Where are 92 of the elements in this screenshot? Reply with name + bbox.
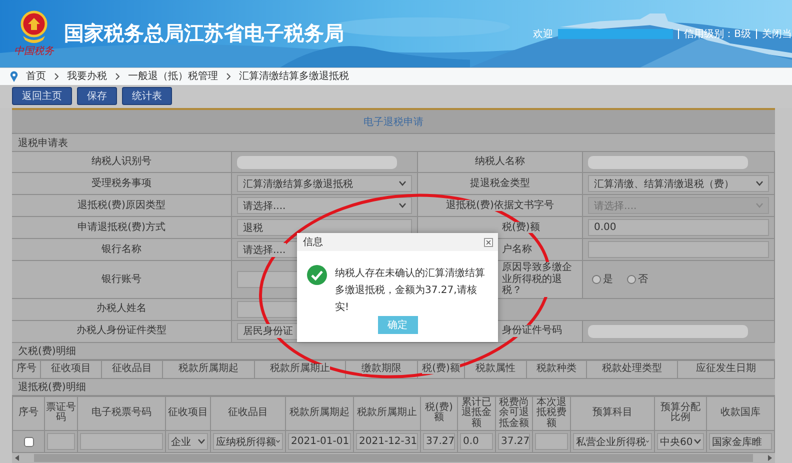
column-header: 序号: [18, 408, 38, 418]
column-header: 征收项目: [168, 408, 208, 418]
field-label: 税(费)额: [502, 222, 540, 234]
column-header: 征收品目: [228, 408, 268, 418]
scrollbar-thumb[interactable]: [34, 454, 754, 462]
field-label: 退抵税(费)原因类型: [78, 200, 166, 212]
chevron-icon: [54, 72, 59, 80]
column-header: 税款所属期止: [357, 408, 417, 418]
field-label: 身份证件号码: [502, 325, 562, 337]
column-header: 票证号码: [46, 402, 76, 424]
field-label: 户名称: [502, 244, 532, 256]
column-header: 应征发生日期: [696, 364, 756, 374]
panel-title: 电子退税申请: [364, 116, 424, 128]
select-field[interactable]: 应纳税所得额: [213, 433, 283, 450]
column-header: 税款种类: [536, 364, 576, 374]
radio-option[interactable]: 否: [627, 272, 648, 286]
input-field[interactable]: [535, 433, 568, 450]
column-header: 征收项目: [51, 364, 91, 374]
column-header: 税费尚余可退抵金额: [497, 398, 531, 429]
section-title: 退税申请表: [18, 136, 68, 150]
field-label: 办税人身份证件类型: [76, 325, 166, 337]
input-field[interactable]: 2021-01-01: [288, 433, 351, 450]
welcome-text: 欢迎: [533, 28, 554, 41]
caret-icon: [276, 439, 280, 444]
section-title: 退抵税(费)明细: [18, 380, 86, 394]
chevron-icon: [226, 72, 231, 80]
caret-icon: [198, 439, 205, 444]
column-header: 税款所属期止: [270, 364, 330, 374]
section-title: 欠税(费)明细: [18, 344, 76, 358]
caret-icon: [756, 181, 763, 186]
close-icon[interactable]: [484, 238, 493, 246]
input-field[interactable]: [80, 433, 163, 450]
select-field[interactable]: 汇算清缴结算多缴退抵税: [237, 175, 412, 192]
field-label: 退抵税(费)依据文书字号: [446, 200, 554, 212]
select-field[interactable]: 汇算清缴、结算清缴退税（费）: [588, 175, 769, 192]
column-header: 税(费)额: [422, 364, 460, 374]
input-field[interactable]: 37.27: [498, 433, 530, 450]
breadcrumb-link[interactable]: 首页: [26, 69, 46, 84]
input-field[interactable]: [47, 433, 75, 450]
input-field[interactable]: 0.00: [588, 219, 769, 236]
radio-option[interactable]: 是: [592, 272, 613, 286]
caret-icon: [399, 181, 406, 186]
toolbar-button[interactable]: 统计表: [122, 87, 172, 106]
column-header: 序号: [16, 364, 36, 374]
column-header: 税款所属期起: [178, 364, 238, 374]
field-label: 受理税务事项: [92, 178, 152, 190]
toolbar-button[interactable]: 返回主页: [12, 87, 72, 106]
input-field[interactable]: [588, 241, 769, 258]
caret-icon: [756, 203, 763, 208]
chevron-icon: [115, 72, 120, 80]
field-label: 银行账号: [102, 274, 142, 285]
input-field[interactable]: 国家金库睢: [709, 433, 772, 450]
field-label: 银行名称: [102, 244, 142, 256]
site-title: 国家税务总局江苏省电子税务局: [64, 20, 345, 48]
scroll-left-icon[interactable]: [15, 455, 19, 461]
breadcrumb-link[interactable]: 一般退（抵）税管理: [128, 69, 218, 84]
logo-text: 中国税务: [14, 44, 54, 58]
emblem-icon: [19, 10, 49, 44]
column-header: 预算科目: [592, 408, 632, 418]
input-field[interactable]: 37.27: [423, 433, 455, 450]
column-header: 累计已退抵金额: [459, 398, 494, 429]
dialog-title: 信息: [303, 236, 323, 249]
field-label: 纳税人识别号: [92, 156, 152, 168]
caret-icon: [399, 203, 406, 208]
column-header: 征收品目: [112, 364, 152, 374]
location-pin-icon: [10, 70, 18, 82]
caret-icon: [694, 439, 701, 444]
breadcrumb-link[interactable]: 汇算清缴结算多缴退抵税: [239, 69, 349, 84]
field-label: 纳税人名称: [475, 156, 525, 168]
input-field[interactable]: 2021-12-31: [356, 433, 418, 450]
column-header: 税款所属期起: [290, 408, 350, 418]
select-field[interactable]: 私营企业所得税: [573, 433, 652, 450]
column-header: 收款国库: [720, 408, 760, 418]
breadcrumb-link[interactable]: 我要办税: [67, 69, 107, 84]
horizontal-scrollbar[interactable]: [12, 453, 775, 463]
success-check-icon: [307, 265, 327, 285]
field-label: 申请退抵税(费)方式: [78, 222, 166, 234]
column-header: 电子税票号码: [92, 408, 152, 418]
column-header: 税款处理类型: [602, 364, 662, 374]
scroll-right-icon[interactable]: [768, 455, 772, 461]
field-label: 提退税金类型: [470, 178, 530, 190]
column-header: 税款属性: [476, 364, 516, 374]
select-field[interactable]: 请选择....: [237, 197, 412, 214]
input-field[interactable]: 0.0: [460, 433, 493, 450]
toolbar-button[interactable]: 保存: [77, 87, 117, 106]
column-header: 缴款期限: [362, 364, 402, 374]
select-field[interactable]: 中央60: [657, 433, 704, 450]
column-header: 本次退抵税费额: [534, 398, 569, 429]
dialog-message: 纳税人存在未确认的汇算清缴结算多缴退抵税，金额为37.27,请核实!: [335, 266, 486, 315]
select-field[interactable]: 企业: [168, 433, 208, 450]
row-checkbox[interactable]: [24, 436, 34, 446]
field-label: 办税人姓名: [96, 303, 146, 315]
